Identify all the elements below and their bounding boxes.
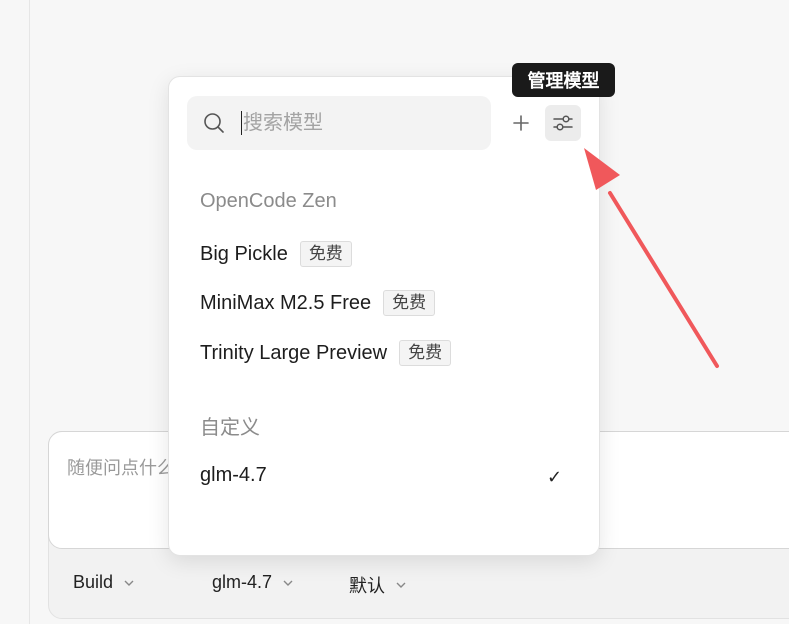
- model-item-glm[interactable]: glm-4.7: [200, 464, 267, 487]
- variant-selector[interactable]: 默认: [349, 572, 407, 598]
- chevron-down-icon: [282, 577, 294, 589]
- chevron-down-icon: [395, 579, 407, 591]
- model-item-big-pickle[interactable]: Big Pickle 免费: [200, 241, 352, 267]
- model-search-input[interactable]: [239, 107, 483, 139]
- free-badge: 免费: [383, 290, 436, 316]
- model-item-minimax[interactable]: MiniMax M2.5 Free 免费: [200, 290, 436, 316]
- model-search-box: [187, 96, 491, 150]
- model-name: Big Pickle: [200, 242, 288, 265]
- free-badge: 免费: [299, 241, 352, 267]
- app-window: 随便问点什么... Build glm-4.7 默认 搜索模型 OpenCode…: [0, 0, 789, 624]
- check-icon: ✓: [547, 467, 563, 487]
- composer-toolbar: Build glm-4.7 默认: [49, 572, 789, 600]
- section-title-opencode-zen: OpenCode Zen: [200, 190, 337, 212]
- sliders-icon: [553, 115, 573, 131]
- model-name: glm-4.7: [200, 464, 267, 486]
- agent-label: Build: [73, 572, 114, 592]
- variant-label: 默认: [349, 576, 385, 596]
- agent-selector[interactable]: Build: [73, 572, 135, 593]
- model-item-trinity[interactable]: Trinity Large Preview 免费: [200, 340, 452, 366]
- free-badge: 免费: [399, 340, 452, 366]
- add-model-button[interactable]: [507, 109, 535, 137]
- section-title-custom: 自定义: [200, 417, 260, 439]
- sidebar-divider: [29, 0, 30, 624]
- manage-models-tooltip: 管理模型: [512, 63, 615, 97]
- model-label: glm-4.7: [212, 572, 273, 592]
- manage-models-button[interactable]: [545, 105, 581, 141]
- plus-icon: [513, 115, 529, 131]
- model-name: MiniMax M2.5 Free: [200, 291, 372, 314]
- model-picker-popover: OpenCode Zen Big Pickle 免费 MiniMax M2.5 …: [168, 76, 600, 556]
- model-name: Trinity Large Preview: [200, 341, 388, 364]
- model-selector[interactable]: glm-4.7: [212, 572, 294, 593]
- text-caret: [241, 111, 242, 135]
- chevron-down-icon: [123, 577, 135, 589]
- search-icon: [203, 112, 225, 134]
